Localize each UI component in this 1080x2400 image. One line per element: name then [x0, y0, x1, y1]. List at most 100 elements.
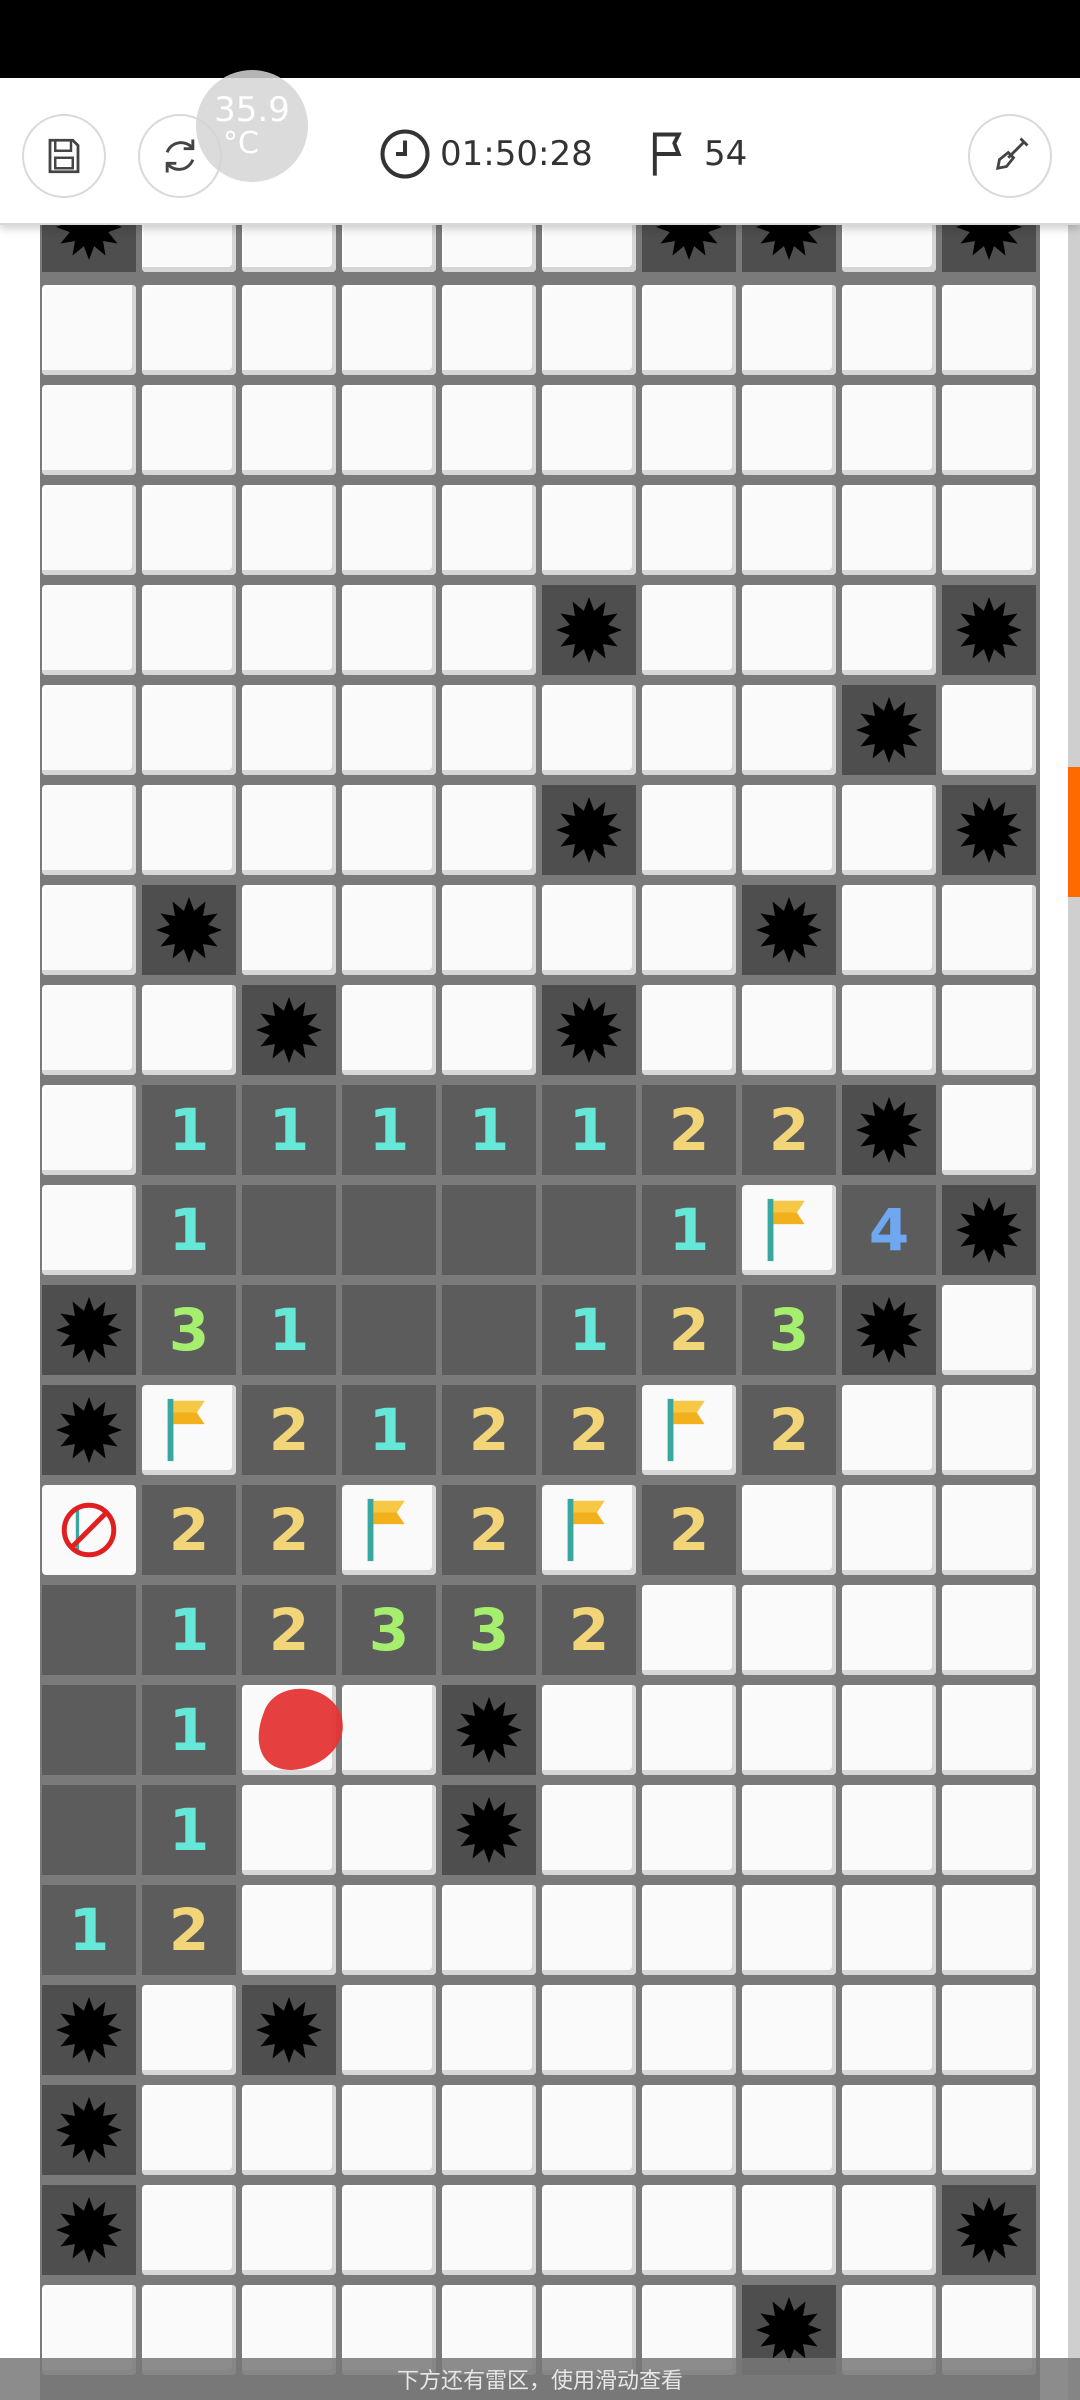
covered-cell[interactable]	[442, 1985, 536, 2075]
covered-cell[interactable]	[442, 385, 536, 475]
covered-cell[interactable]	[242, 2085, 336, 2175]
covered-cell[interactable]	[42, 285, 136, 375]
covered-cell[interactable]	[642, 585, 736, 675]
covered-cell[interactable]	[142, 285, 236, 375]
covered-cell[interactable]	[642, 1785, 736, 1875]
covered-cell[interactable]	[842, 985, 936, 1075]
covered-cell[interactable]	[642, 885, 736, 975]
covered-cell[interactable]	[942, 285, 1036, 375]
covered-cell[interactable]	[742, 485, 836, 575]
covered-cell[interactable]	[342, 385, 436, 475]
covered-cell[interactable]	[42, 785, 136, 875]
covered-cell[interactable]	[442, 285, 536, 375]
wrong-flag-cell[interactable]	[42, 1485, 136, 1575]
covered-cell[interactable]	[942, 685, 1036, 775]
covered-cell[interactable]	[942, 1885, 1036, 1975]
covered-cell[interactable]	[342, 1685, 436, 1775]
covered-cell[interactable]	[242, 1885, 336, 1975]
covered-cell[interactable]	[942, 1985, 1036, 2075]
covered-cell[interactable]	[942, 1685, 1036, 1775]
covered-cell[interactable]	[142, 2085, 236, 2175]
covered-cell[interactable]	[642, 985, 736, 1075]
scrollbar-track[interactable]	[1068, 222, 1080, 2400]
covered-cell[interactable]	[542, 685, 636, 775]
covered-cell[interactable]	[342, 685, 436, 775]
covered-cell[interactable]	[642, 785, 736, 875]
covered-cell[interactable]	[642, 685, 736, 775]
covered-cell[interactable]	[642, 2185, 736, 2275]
covered-cell[interactable]	[42, 1185, 136, 1275]
covered-cell[interactable]	[742, 785, 836, 875]
covered-cell[interactable]	[842, 285, 936, 375]
covered-cell[interactable]	[442, 685, 536, 775]
covered-cell[interactable]	[742, 985, 836, 1075]
covered-cell[interactable]	[142, 2185, 236, 2275]
covered-cell[interactable]	[942, 1385, 1036, 1475]
covered-cell[interactable]	[142, 785, 236, 875]
covered-cell[interactable]	[342, 1985, 436, 2075]
covered-cell[interactable]	[742, 685, 836, 775]
covered-cell[interactable]	[942, 1485, 1036, 1575]
covered-cell[interactable]	[742, 1485, 836, 1575]
covered-cell[interactable]	[542, 1785, 636, 1875]
covered-cell[interactable]	[942, 385, 1036, 475]
covered-cell[interactable]	[142, 1985, 236, 2075]
covered-cell[interactable]	[742, 1785, 836, 1875]
covered-cell[interactable]	[642, 485, 736, 575]
covered-cell[interactable]	[842, 1985, 936, 2075]
covered-cell[interactable]	[842, 385, 936, 475]
covered-cell[interactable]	[42, 485, 136, 575]
dig-mode-button[interactable]	[968, 114, 1052, 198]
covered-cell[interactable]	[742, 2085, 836, 2175]
covered-cell[interactable]	[942, 1585, 1036, 1675]
covered-cell[interactable]	[642, 1885, 736, 1975]
covered-cell[interactable]	[742, 285, 836, 375]
covered-cell[interactable]	[842, 1885, 936, 1975]
covered-cell[interactable]	[842, 222, 936, 272]
covered-cell[interactable]	[642, 285, 736, 375]
covered-cell[interactable]	[242, 885, 336, 975]
covered-cell[interactable]	[342, 2185, 436, 2275]
covered-cell[interactable]	[142, 685, 236, 775]
covered-cell[interactable]	[442, 485, 536, 575]
covered-cell[interactable]	[242, 785, 336, 875]
covered-cell[interactable]	[342, 1885, 436, 1975]
covered-cell[interactable]	[842, 1685, 936, 1775]
covered-cell[interactable]	[942, 985, 1036, 1075]
covered-cell[interactable]	[342, 2085, 436, 2175]
covered-cell[interactable]	[742, 1985, 836, 2075]
covered-cell[interactable]	[742, 1585, 836, 1675]
covered-cell[interactable]	[942, 1785, 1036, 1875]
covered-cell[interactable]	[242, 585, 336, 675]
covered-cell[interactable]	[142, 485, 236, 575]
covered-cell[interactable]	[242, 685, 336, 775]
covered-cell[interactable]	[442, 985, 536, 1075]
covered-cell[interactable]	[142, 385, 236, 475]
covered-cell[interactable]	[242, 285, 336, 375]
covered-cell[interactable]	[142, 222, 236, 272]
covered-cell[interactable]	[442, 222, 536, 272]
covered-cell[interactable]	[442, 885, 536, 975]
covered-cell[interactable]	[942, 1085, 1036, 1175]
minefield-board[interactable]: 111112211431123212222222123321112	[40, 222, 1040, 2400]
covered-cell[interactable]	[842, 485, 936, 575]
covered-cell[interactable]	[342, 285, 436, 375]
covered-cell[interactable]	[342, 485, 436, 575]
covered-cell[interactable]	[242, 1785, 336, 1875]
covered-cell[interactable]	[42, 1085, 136, 1175]
covered-cell[interactable]	[42, 985, 136, 1075]
covered-cell[interactable]	[442, 585, 536, 675]
covered-cell[interactable]	[842, 1585, 936, 1675]
covered-cell[interactable]	[842, 785, 936, 875]
covered-cell[interactable]	[342, 985, 436, 1075]
covered-cell[interactable]	[142, 585, 236, 675]
covered-cell[interactable]	[842, 1785, 936, 1875]
covered-cell[interactable]	[942, 485, 1036, 575]
covered-cell[interactable]	[542, 285, 636, 375]
covered-cell[interactable]	[542, 485, 636, 575]
covered-cell[interactable]	[842, 2185, 936, 2275]
covered-cell[interactable]	[242, 2185, 336, 2275]
covered-cell[interactable]	[442, 1885, 536, 1975]
covered-cell[interactable]	[542, 2185, 636, 2275]
flag-cell[interactable]	[642, 1385, 736, 1475]
